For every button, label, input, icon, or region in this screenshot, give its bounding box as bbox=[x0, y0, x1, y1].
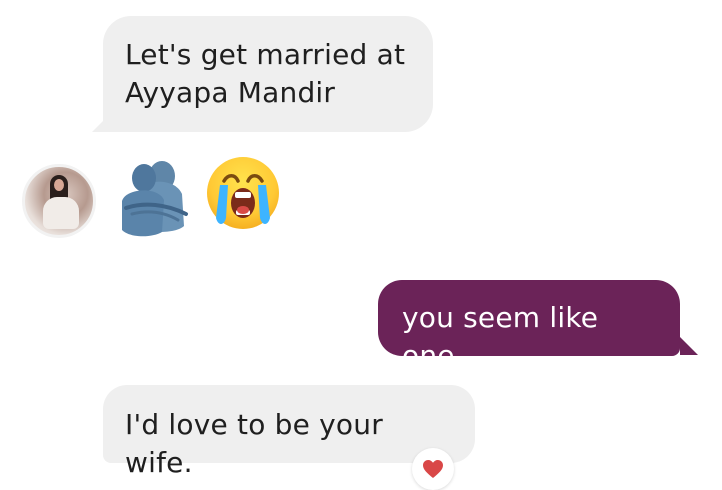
incoming-message-bubble[interactable]: I'd love to be your wife. bbox=[103, 385, 475, 479]
emoji-message-row bbox=[22, 152, 292, 244]
hug-icon bbox=[114, 156, 194, 240]
message-text: I'd love to be your wife. bbox=[125, 408, 383, 479]
avatar-dress bbox=[43, 197, 79, 229]
heart-icon bbox=[423, 460, 443, 478]
crying-face-icon bbox=[204, 154, 282, 232]
outgoing-message-bubble[interactable]: you seem like one bbox=[378, 280, 680, 372]
incoming-message-bubble[interactable]: Let's get married at Ayyapa Mandir bbox=[103, 16, 433, 132]
avatar[interactable] bbox=[22, 164, 96, 238]
message-tail bbox=[92, 112, 112, 132]
avatar-face bbox=[54, 179, 64, 191]
message-text: Let's get married at Ayyapa Mandir bbox=[125, 38, 406, 109]
reaction-badge[interactable] bbox=[412, 448, 454, 490]
message-tail bbox=[680, 337, 698, 355]
message-text: you seem like one bbox=[402, 301, 599, 372]
